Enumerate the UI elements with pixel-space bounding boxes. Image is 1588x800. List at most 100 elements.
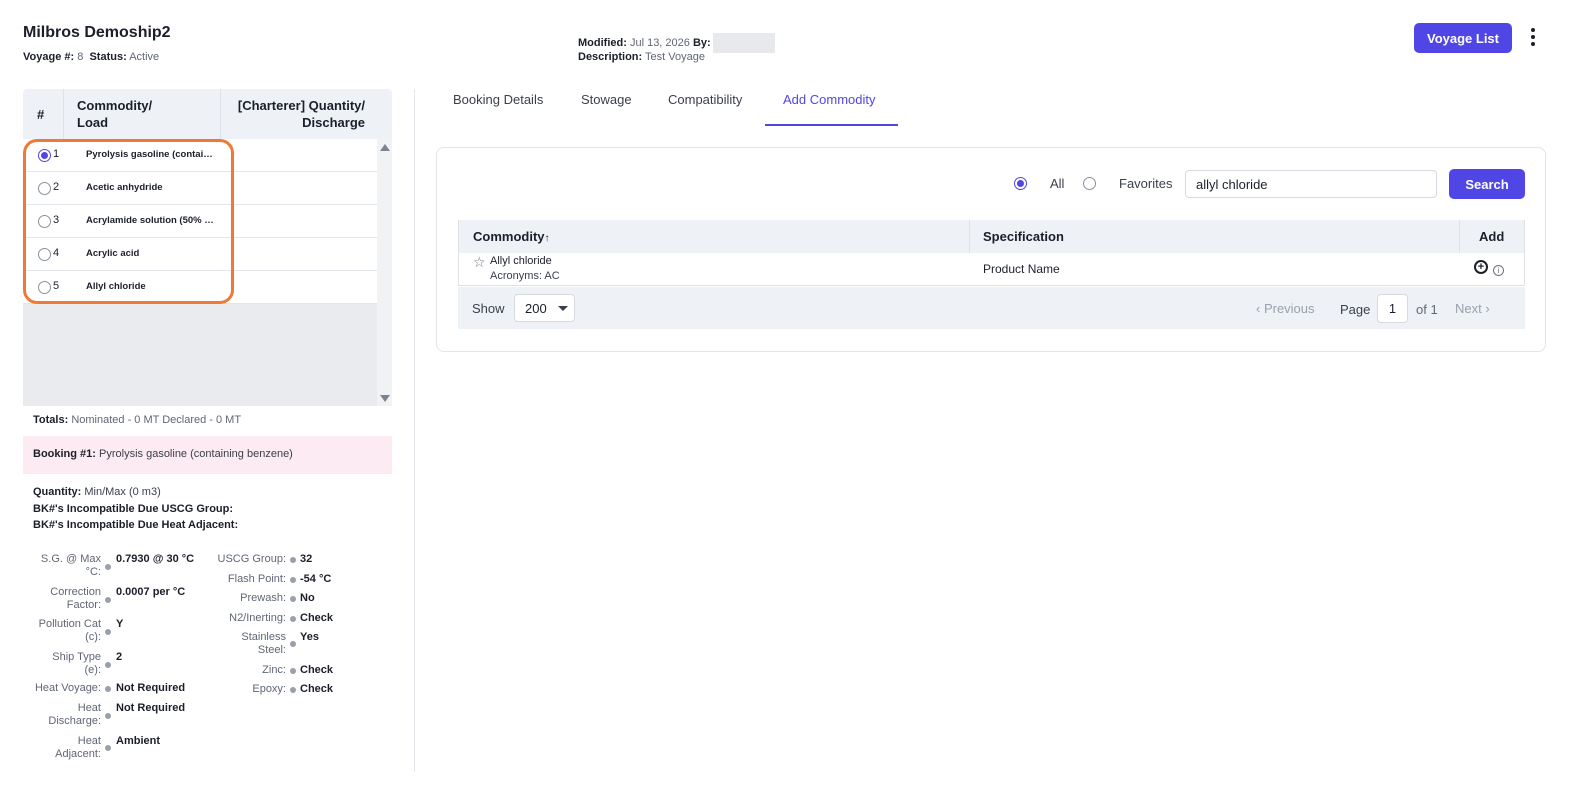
radio-selected-icon[interactable] [38,149,51,162]
bullet-icon [105,745,111,751]
voyage-number: 8 [77,51,84,63]
incompatible-uscg: BK#'s Incompatible Due USCG Group: [33,503,234,515]
filter-favorites-radio[interactable] [1083,177,1096,190]
totals-value: Nominated - 0 MT Declared - 0 MT [71,414,242,426]
page-label: Page [1340,302,1371,317]
prop-label: Ship Type (e): [52,651,101,676]
radio-icon[interactable] [38,248,51,261]
bullet-icon [290,668,296,674]
prop-value: Check [300,664,334,676]
commodity-table-header: # Commodity/ Load [Charterer] Quantity/ … [23,89,392,139]
tab-booking-details[interactable]: Booking Details [453,92,543,107]
prop-value: Not Required [116,702,186,714]
prop-label: USCG Group: [217,553,286,565]
bullet-icon [290,557,296,563]
pagination-bar: Show 200 ‹ Previous Page 1 of 1 Next › [458,287,1525,329]
tab-compatibility[interactable]: Compatibility [668,92,742,107]
page-title: Milbros Demoship2 [23,24,171,41]
bullet-icon [290,616,296,622]
prop-label: Stainless Steel: [241,631,286,656]
prop-label: Heat Adjacent: [55,735,101,760]
description-line: Description: Test Voyage [578,51,705,63]
favorite-star-icon[interactable]: ☆ [473,254,486,271]
radio-icon[interactable] [38,182,51,195]
prop-value: -54 °C [300,573,332,585]
result-specification: Product Name [983,262,1060,276]
prop-value: Check [300,612,334,624]
radio-icon[interactable] [38,215,51,228]
previous-page-button[interactable]: ‹ Previous [1256,301,1315,316]
col-commodity[interactable]: Commodity/ Load [77,97,152,131]
filter-favorites-label[interactable]: Favorites [1119,176,1172,191]
list-item[interactable]: 5 Allyl chloride [23,271,377,304]
commodity-name: Allyl chloride [86,281,146,292]
prop-value: Not Required [116,682,186,694]
list-item[interactable]: 4 Acrylic acid [23,238,377,271]
search-button[interactable]: Search [1449,169,1525,199]
prop-label: Heat Voyage: [34,682,101,694]
info-icon[interactable]: i [1493,265,1504,276]
totals-line: Totals: Nominated - 0 MT Declared - 0 MT [23,406,392,436]
page-size-select[interactable]: 200 [514,294,575,322]
voyage-list-button[interactable]: Voyage List [1414,23,1512,53]
prop-value: 2 [116,651,123,663]
row-number: 1 [53,148,60,160]
commodity-name: Acetic anhydride [86,182,163,193]
bullet-icon [105,713,111,719]
description-label: Description: [578,51,643,63]
filter-all-label[interactable]: All [1050,176,1064,191]
tab-stowage[interactable]: Stowage [581,92,632,107]
results-header: Commodity↑ Specification Add [458,220,1525,253]
bullet-icon [290,641,296,647]
bullet-icon [105,662,111,668]
bullet-icon [290,577,296,583]
row-number: 3 [53,214,60,226]
col-commodity-sort[interactable]: Commodity↑ [473,229,550,244]
quantity-line: Quantity: Min/Max (0 m3) [33,486,161,498]
commodity-name: Pyrolysis gasoline (containing benzene) [86,149,216,160]
commodity-name: Acrylamide solution (50% or less) [86,215,216,226]
commodity-list: 1 Pyrolysis gasoline (containing benzene… [23,139,392,406]
row-number: 4 [53,247,60,259]
prop-value: No [300,592,315,604]
table-row: ☆ Allyl chloride Acronyms: AC Product Na… [458,253,1525,286]
bullet-icon [290,596,296,602]
by-label: By: [692,36,711,49]
show-label: Show [472,301,505,316]
app-window: Milbros Demoship2 Voyage #: 8 Status: Ac… [0,0,1588,800]
scroll-up-icon[interactable] [380,144,390,151]
tab-add-commodity[interactable]: Add Commodity [783,92,875,107]
results-table: Commodity↑ Specification Add ☆ Allyl chl… [458,220,1525,286]
panel-divider [414,89,415,772]
list-item[interactable]: 3 Acrylamide solution (50% or less) [23,205,377,238]
list-item[interactable]: 2 Acetic anhydride [23,172,377,205]
bullet-icon [105,597,111,603]
col-number: # [37,107,45,122]
next-page-button[interactable]: Next › [1455,301,1490,316]
status-label: Status: [89,51,127,63]
prop-label: Pollution Cat (c): [38,618,101,643]
sort-arrow-icon: ↑ [544,233,550,244]
prop-value: Yes [300,631,319,643]
voyage-meta: Voyage #: 8 Status: Active [23,51,159,63]
radio-icon[interactable] [38,281,51,294]
prop-label: Heat Discharge: [48,702,101,727]
prop-label: S.G. @ Max °C: [40,553,101,578]
kebab-menu-icon[interactable] [1528,28,1538,50]
list-item[interactable]: 1 Pyrolysis gasoline (containing benzene… [23,139,377,172]
prop-value: 0.7930 @ 30 °C [116,553,195,565]
page-number-input[interactable]: 1 [1377,294,1408,323]
filter-all-radio[interactable] [1014,177,1027,190]
col-quantity[interactable]: [Charterer] Quantity/ Discharge [235,97,365,131]
prop-value: 32 [300,553,313,565]
scroll-down-icon[interactable] [380,395,390,402]
add-circle-icon[interactable]: + [1474,260,1488,274]
prop-value: Y [116,618,124,630]
list-scrollbar[interactable] [377,139,392,406]
active-tab-indicator [765,124,898,126]
booking-label: Booking #1: [33,448,96,460]
booking-value: Pyrolysis gasoline (containing benzene) [99,448,293,460]
row-number: 5 [53,280,60,292]
bullet-icon [105,564,111,570]
search-input[interactable] [1185,170,1437,198]
